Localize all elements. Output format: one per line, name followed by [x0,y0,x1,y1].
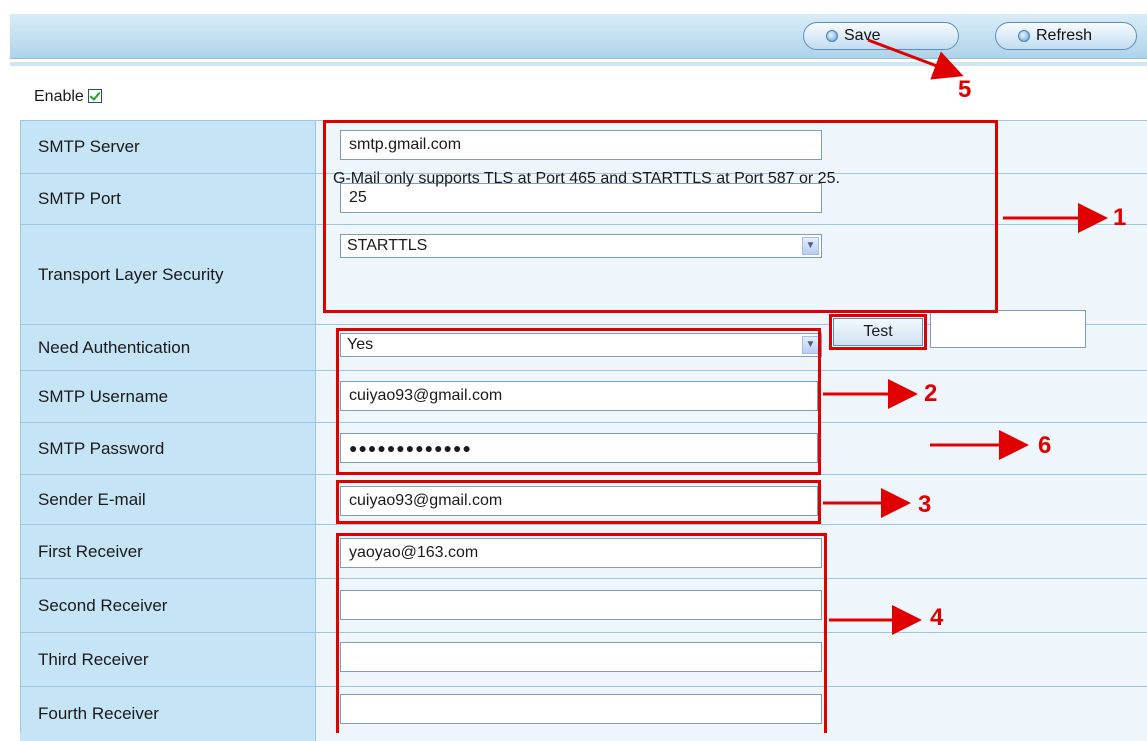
enable-row: Enable [34,88,102,106]
smtp-password-input[interactable]: ●●●●●●●●●●●●● [340,433,818,463]
smtp-username-input[interactable]: cuiyao93@gmail.com [340,381,818,411]
third-receiver-label: Third Receiver [20,633,316,686]
sender-email-label: Sender E-mail [20,475,316,524]
need-auth-select-value: Yes [347,336,374,353]
smtp-port-label: SMTP Port [20,174,316,224]
toolbar-divider [10,62,1147,66]
refresh-button-label: Refresh [1036,27,1093,44]
refresh-circle-icon [1018,30,1030,42]
first-receiver-label: First Receiver [20,525,316,578]
second-receiver-label: Second Receiver [20,579,316,632]
annotation-number-2: 2 [924,380,938,407]
third-receiver-input[interactable] [340,642,822,672]
enable-checkbox[interactable] [87,89,102,103]
toolbar: Save Refresh [10,14,1147,59]
second-receiver-input[interactable] [340,590,822,620]
smtp-username-label: SMTP Username [20,371,316,422]
need-auth-label: Need Authentication [20,325,316,370]
chevron-down-icon[interactable]: ▼ [802,336,819,354]
save-button[interactable]: Save [803,22,959,50]
test-button[interactable]: Test [833,318,923,346]
sender-email-input[interactable]: cuiyao93@gmail.com [340,486,818,516]
annotation-number-5: 5 [958,76,972,103]
test-result-field [930,310,1086,348]
smtp-server-input[interactable]: smtp.gmail.com [340,130,822,160]
chevron-down-icon[interactable]: ▼ [802,237,819,255]
form-left-border [20,120,21,733]
refresh-circle-icon [826,30,838,42]
annotation-number-4: 4 [930,604,944,631]
annotation-number-6: 6 [1038,432,1052,459]
need-auth-select[interactable]: Yes ▼ [340,333,822,357]
tls-hint-text: G-Mail only supports TLS at Port 465 and… [333,170,840,187]
tls-select-value: STARTTLS [347,237,428,254]
fourth-receiver-input[interactable] [340,694,822,724]
smtp-password-label: SMTP Password [20,423,316,474]
tls-select[interactable]: STARTTLS ▼ [340,234,822,258]
refresh-button[interactable]: Refresh [995,22,1137,50]
first-receiver-input[interactable]: yaoyao@163.com [340,538,822,568]
annotation-number-1: 1 [1113,204,1127,231]
smtp-server-label: SMTP Server [20,121,316,173]
save-button-label: Save [844,27,881,44]
annotation-number-3: 3 [918,491,932,518]
test-button-frame: Test [829,314,927,350]
tls-label: Transport Layer Security [20,225,316,324]
enable-label: Enable [34,88,84,105]
